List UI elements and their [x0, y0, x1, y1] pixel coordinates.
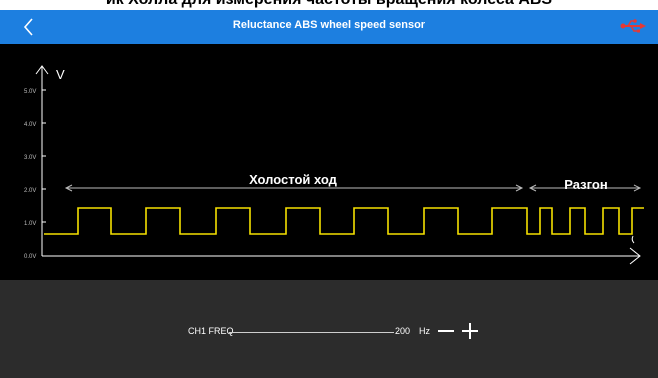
- frequency-unit: Hz: [419, 326, 430, 336]
- y-tick-label: 1.0V: [24, 221, 36, 227]
- control-panel: CH1 FREQ 200 Hz: [0, 280, 658, 378]
- oscilloscope-graph: V 5.0V 4.0V 3.0V 2.0V 1.0V 0.0V Холостой…: [24, 65, 644, 265]
- header-bar: Reluctance ABS wheel speed sensor: [0, 10, 658, 44]
- idle-annotation: Холостой ход: [249, 172, 338, 187]
- y-tick-marks: [42, 89, 46, 223]
- cropped-caption: ик Холла для измерения частоты вращения …: [0, 0, 658, 10]
- y-tick-label: 4.0V: [24, 122, 36, 128]
- y-tick-label: 3.0V: [24, 155, 36, 161]
- frequency-value: 200: [395, 326, 411, 336]
- usb-icon: [620, 19, 646, 33]
- caption-text: ик Холла для измерения частоты вращения …: [0, 0, 658, 9]
- frequency-slider[interactable]: [229, 332, 394, 333]
- y-tick-label: 0.0V: [24, 254, 36, 260]
- y-axis-unit: V: [56, 67, 65, 82]
- accel-annotation: Разгон: [564, 177, 607, 192]
- y-tick-label: 5.0V: [24, 89, 36, 95]
- y-tick-labels: 5.0V 4.0V 3.0V 2.0V 1.0V 0.0V: [24, 89, 36, 260]
- page-title: Reluctance ABS wheel speed sensor: [232, 19, 426, 31]
- minus-icon[interactable]: [438, 323, 454, 339]
- app-screen: ик Холла для измерения частоты вращения …: [0, 0, 658, 378]
- signal-trace: [44, 207, 644, 235]
- trace-end-mark: [631, 235, 635, 244]
- plus-icon[interactable]: [462, 323, 478, 339]
- y-tick-label: 2.0V: [24, 188, 36, 194]
- channel-label: CH1 FREQ: [188, 326, 234, 336]
